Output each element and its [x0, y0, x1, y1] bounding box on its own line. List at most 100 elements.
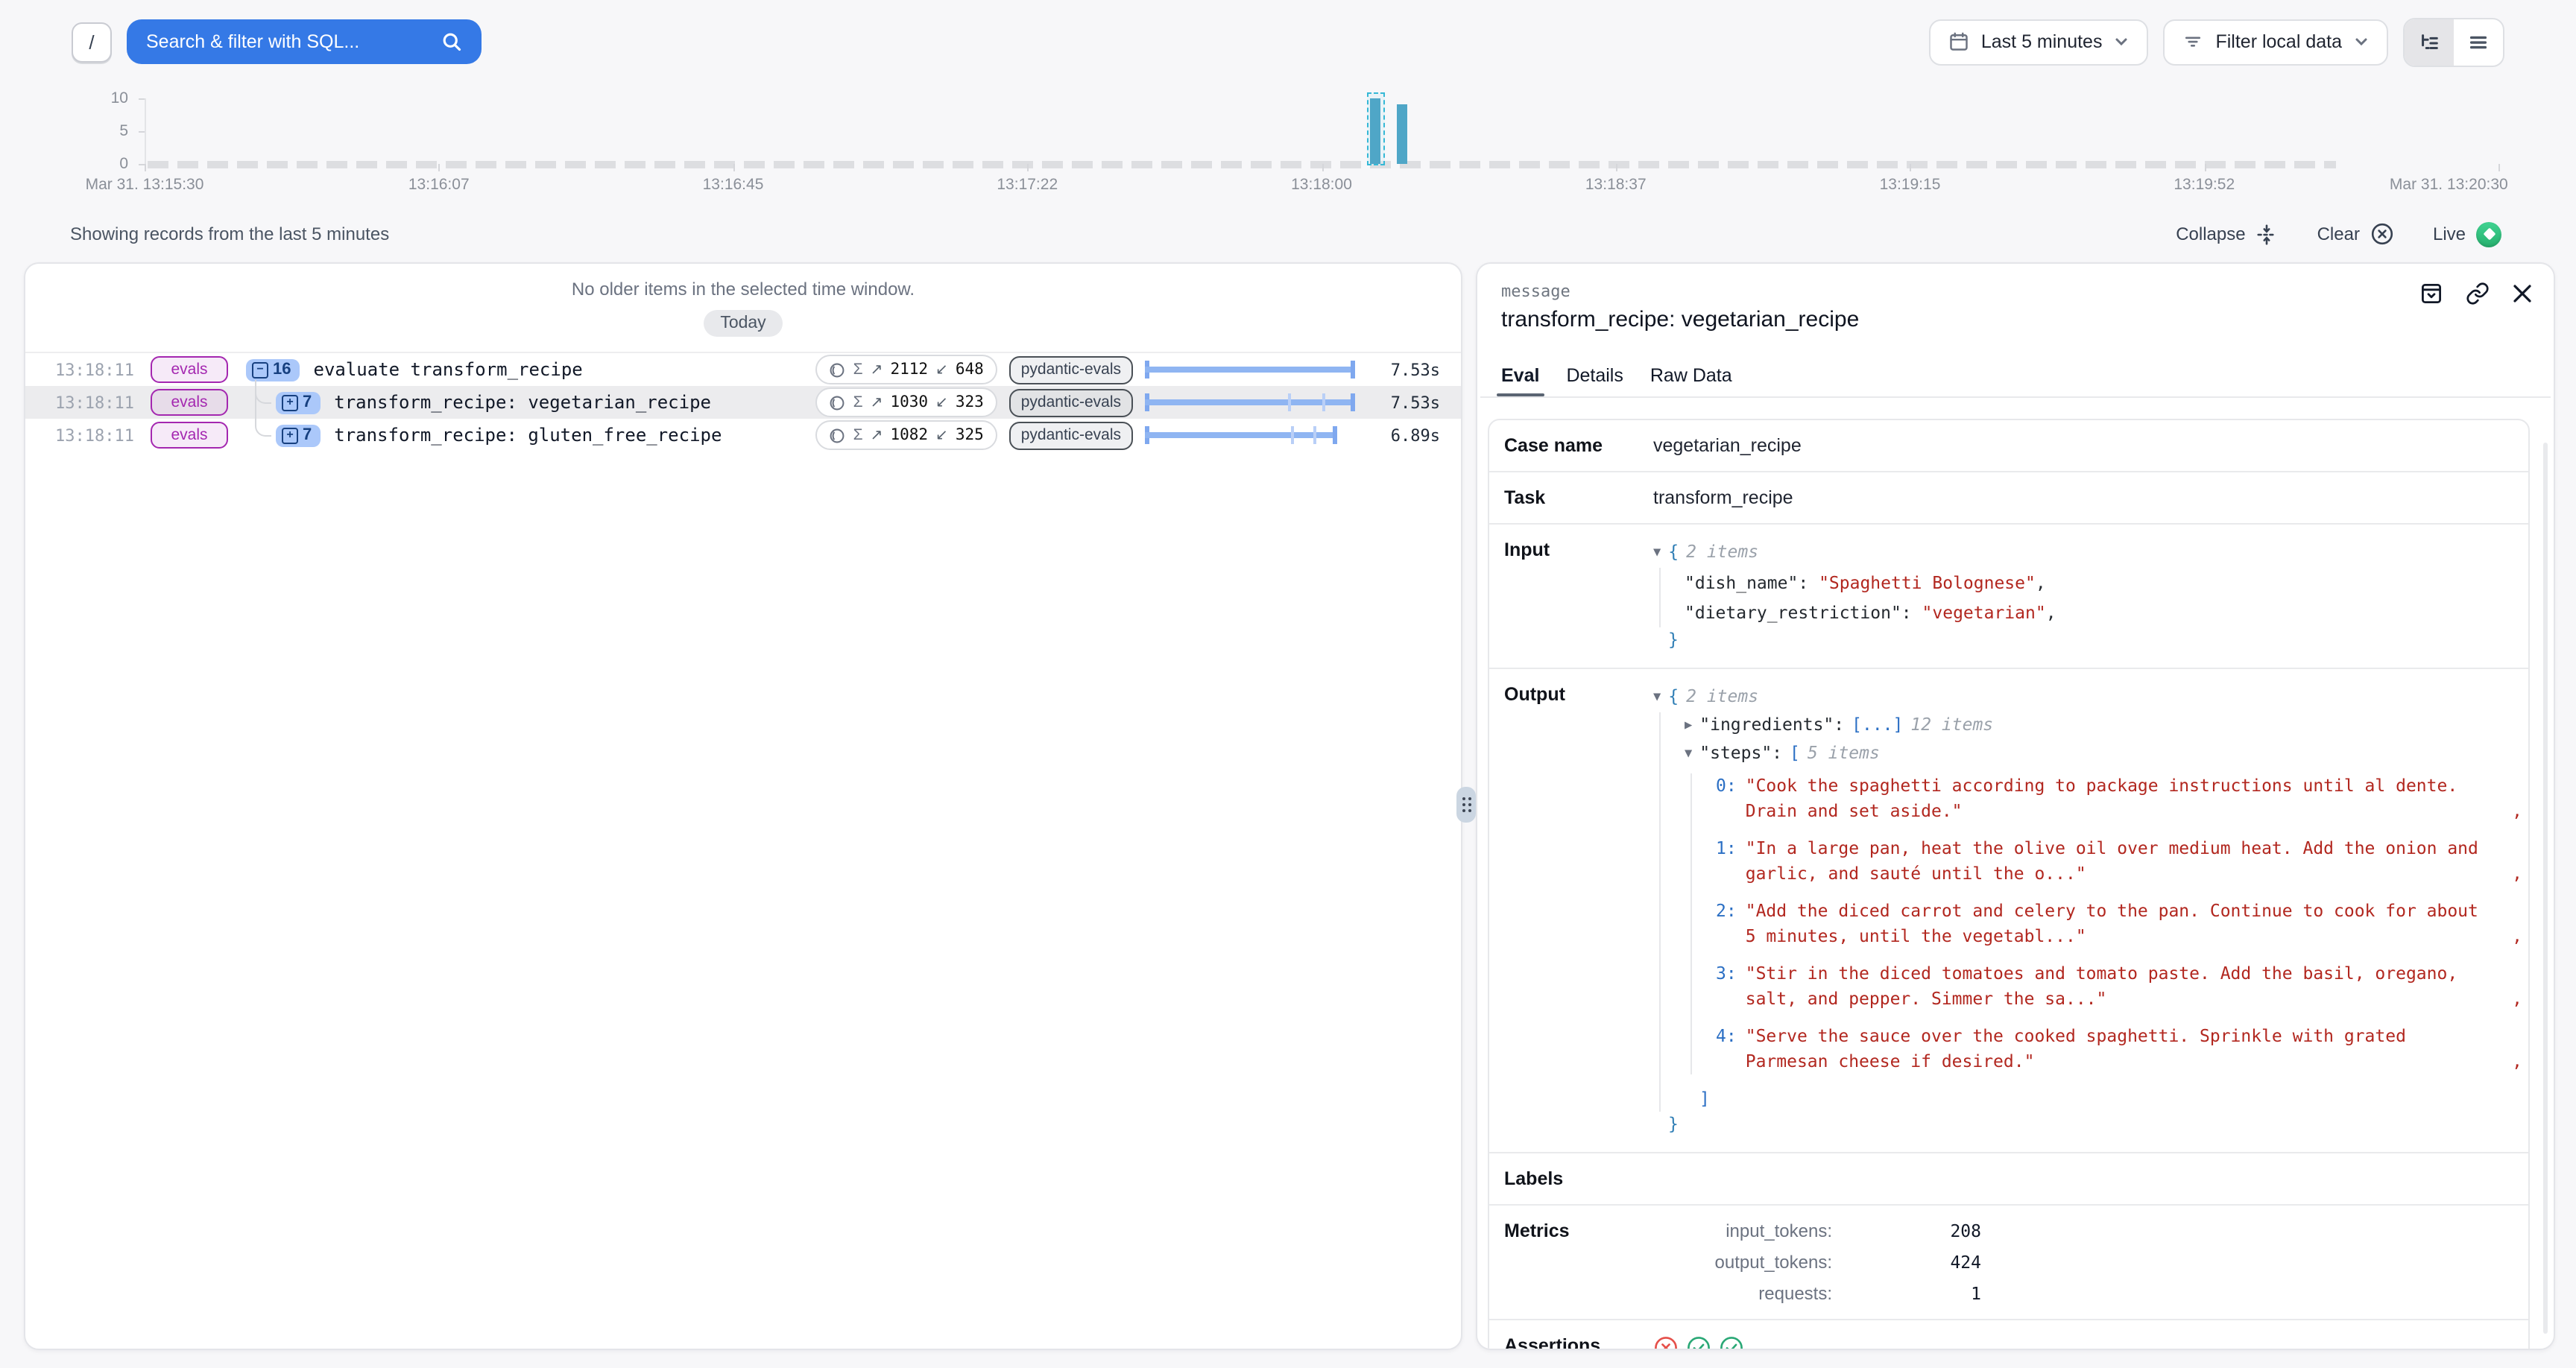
scrollbar[interactable]	[2543, 443, 2548, 1334]
output-tokens-count: 323	[956, 393, 984, 411]
expand-count-badge[interactable]: + 7	[276, 391, 321, 414]
metric-name: output_tokens:	[1653, 1252, 1832, 1273]
date-pill[interactable]: Today	[704, 310, 782, 337]
record-kind-label: message	[1501, 282, 2533, 301]
assertion-fail-icon[interactable]	[1653, 1335, 1679, 1350]
collapse-label: Collapse	[2176, 224, 2245, 244]
pydantic-evals-badge[interactable]: pydantic-evals	[1009, 355, 1133, 384]
table-row[interactable]: 13:18:11 evals − 16 evaluate transform_r…	[25, 353, 1461, 386]
list-item: 4: "Serve the sauce over the cooked spag…	[1716, 1024, 2528, 1074]
assertion-pass-icon[interactable]	[1686, 1335, 1711, 1350]
array-index: 4:	[1716, 1024, 1737, 1074]
evals-tag-badge[interactable]: evals	[151, 389, 228, 416]
list-icon	[2467, 31, 2490, 53]
histogram-bar[interactable]	[1370, 98, 1380, 164]
token-usage-chip[interactable]: Σ ↗1082 ↙325	[816, 420, 997, 450]
tab-eval[interactable]: Eval	[1501, 365, 1539, 396]
detail-panel: message transform_recipe: vegetarian_rec…	[1476, 262, 2555, 1350]
clear-label: Clear	[2317, 224, 2360, 244]
token-usage-chip[interactable]: Σ ↗2112 ↙648	[816, 355, 997, 384]
metric-value: 424	[1832, 1252, 1981, 1273]
minus-square-icon: −	[252, 361, 268, 378]
filter-local-data-dropdown[interactable]: Filter local data	[2163, 19, 2388, 65]
items-count: 2 items	[1686, 539, 1758, 565]
json-string-value: "Serve the sauce over the cooked spaghet…	[1746, 1024, 2491, 1074]
json-string-value: "Add the diced carrot and celery to the …	[1746, 899, 2491, 949]
pydantic-evals-badge[interactable]: pydantic-evals	[1009, 421, 1133, 449]
copy-link-icon[interactable]	[2466, 282, 2490, 305]
topbar-controls: Last 5 minutes Filter local data	[1929, 17, 2504, 66]
trace-list-panel: No older items in the selected time wind…	[24, 262, 1462, 1350]
live-indicator-icon	[2476, 221, 2501, 247]
dock-panel-icon[interactable]	[2419, 282, 2443, 305]
labels-row: Labels	[1489, 1152, 2528, 1204]
chevron-down-icon[interactable]: ▼	[1653, 541, 1661, 566]
x-axis-tick	[1616, 164, 1617, 171]
time-range-dropdown[interactable]: Last 5 minutes	[1929, 19, 2149, 65]
output-tokens-arrow-icon: ↙	[935, 361, 948, 378]
filter-label: Filter local data	[2215, 31, 2342, 52]
live-toggle[interactable]: Live	[2433, 221, 2501, 247]
search-icon	[441, 31, 462, 52]
search-button[interactable]: Search & filter with SQL...	[127, 19, 482, 64]
table-row[interactable]: 13:18:11 evals + 7 transform_recipe: glu…	[25, 419, 1461, 452]
top-bar: / Search & filter with SQL... Last 5 min…	[0, 16, 2576, 67]
task-value: transform_recipe	[1653, 487, 2528, 508]
input-label: Input	[1504, 539, 1653, 653]
tree-view-icon	[2418, 31, 2440, 53]
histogram-bar[interactable]	[1397, 104, 1407, 164]
input-tokens-arrow-icon: ↗	[871, 361, 883, 378]
tab-details[interactable]: Details	[1566, 365, 1623, 396]
slash-shortcut-label: /	[89, 31, 94, 53]
evals-tag-badge[interactable]: evals	[151, 422, 228, 449]
tabs-divider	[1480, 396, 2551, 398]
x-tick-label: Mar 31. 13:20:30	[2390, 176, 2508, 194]
clear-button[interactable]: Clear	[2317, 222, 2394, 246]
chevron-down-icon[interactable]: ▼	[1685, 742, 1692, 767]
tree-view-toggle[interactable]	[2405, 19, 2454, 65]
status-bar: Showing records from the last 5 minutes …	[0, 218, 2576, 250]
collapse-button[interactable]: Collapse	[2176, 223, 2278, 245]
y-axis-line	[145, 98, 146, 164]
collapsed-array[interactable]: [...]	[1852, 712, 1903, 738]
circle-x-icon	[2370, 222, 2394, 246]
json-string-value: "Spaghetti Bolognese"	[1819, 572, 2036, 593]
duration-text: 6.89s	[1380, 425, 1461, 445]
token-usage-chip[interactable]: Σ ↗1030 ↙323	[816, 387, 997, 417]
json-key: "dish_name":	[1685, 572, 1808, 593]
collapse-count-badge[interactable]: − 16	[246, 358, 300, 381]
sigma-icon: Σ	[853, 361, 863, 379]
detail-header: message transform_recipe: vegetarian_rec…	[1477, 264, 2554, 332]
empty-notice: No older items in the selected time wind…	[25, 279, 1461, 300]
y-axis-tick	[139, 164, 145, 165]
x-tick-label: 13:19:52	[2174, 176, 2235, 194]
timeline-plot-area[interactable]	[145, 98, 2498, 164]
assertion-pass-icon[interactable]	[1719, 1335, 1744, 1350]
table-row-selected[interactable]: 13:18:11 evals + 7 transform_recipe: veg…	[25, 386, 1461, 419]
tab-raw-data[interactable]: Raw Data	[1650, 365, 1732, 396]
panel-resize-handle[interactable]	[1456, 787, 1476, 823]
case-name-label: Case name	[1504, 435, 1653, 456]
input-tokens-arrow-icon: ↗	[871, 427, 883, 443]
chevron-right-icon[interactable]: ▶	[1685, 714, 1692, 739]
array-index: 0:	[1716, 773, 1737, 824]
expand-count-badge[interactable]: + 7	[276, 424, 321, 446]
y-tick-0: 0	[92, 156, 128, 171]
baseline-dashes	[148, 161, 2337, 168]
metrics-label: Metrics	[1504, 1220, 1653, 1304]
metric-name: requests:	[1653, 1283, 1832, 1304]
json-key: "dietary_restriction":	[1685, 602, 1912, 623]
x-axis-labels: Mar 31. 13:15:30 13:16:07 13:16:45 13:17…	[145, 176, 2498, 197]
brace-close: }	[1668, 1112, 1679, 1137]
task-label: Task	[1504, 487, 1653, 508]
array-index: 2:	[1716, 899, 1737, 949]
input-row: Input ▼ { 2 items "dish_name": "Spaghett…	[1489, 523, 2528, 668]
flat-list-toggle[interactable]	[2454, 19, 2503, 65]
duration-text: 7.53s	[1380, 393, 1461, 412]
evals-tag-badge[interactable]: evals	[151, 356, 228, 383]
close-icon[interactable]	[2512, 283, 2533, 304]
x-axis-tick	[2498, 164, 2500, 171]
pydantic-evals-badge[interactable]: pydantic-evals	[1009, 388, 1133, 417]
timeline-histogram[interactable]: 10 5 0 Mar 31. 13:15:30 13:16:07 13:16:4	[0, 89, 2576, 206]
chevron-down-icon[interactable]: ▼	[1653, 685, 1661, 711]
